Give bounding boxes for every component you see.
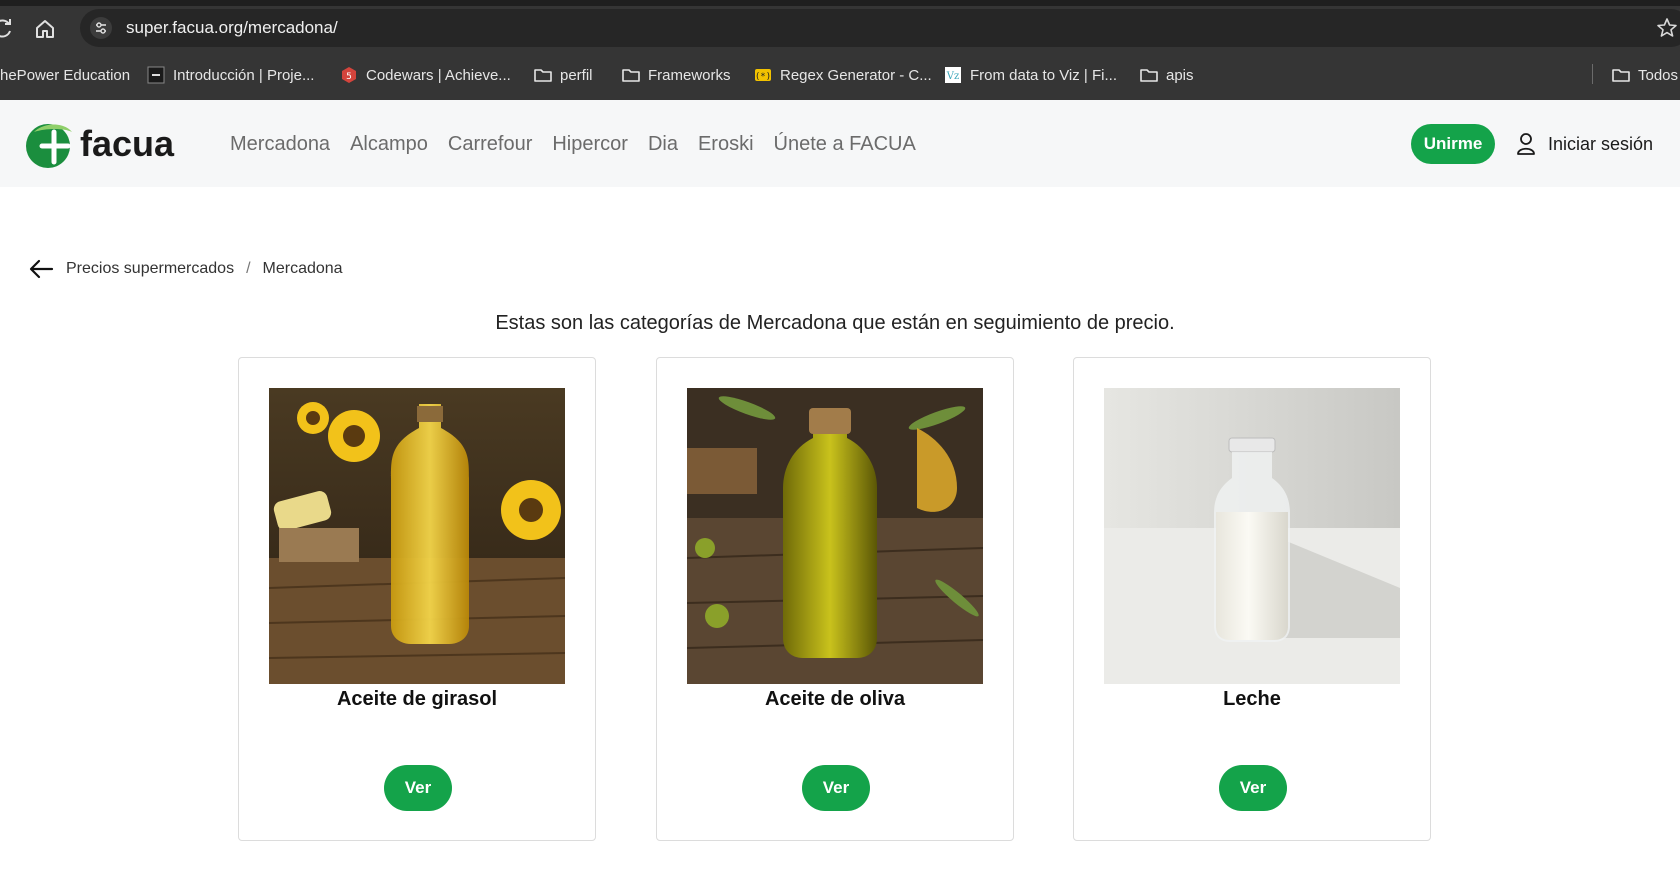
folder-icon: [622, 66, 640, 84]
category-title: Aceite de oliva: [764, 688, 906, 710]
breadcrumb-separator: /: [246, 260, 251, 277]
nav-link-carrefour[interactable]: Carrefour: [448, 133, 532, 156]
site-info-icon[interactable]: [90, 17, 112, 39]
bookmark-item[interactable]: Introducción | Proje...: [147, 65, 314, 85]
bookmark-label: Introducción | Proje...: [173, 66, 315, 84]
breadcrumb-parent-link[interactable]: Precios supermercados: [66, 260, 234, 278]
category-title: Aceite de girasol: [336, 688, 498, 710]
ver-button[interactable]: Ver: [1219, 765, 1287, 811]
regex-icon: (*): [754, 66, 772, 84]
bookmark-item[interactable]: Vz From data to Viz | Fi...: [944, 65, 1117, 85]
bookmark-label: apis: [1166, 66, 1194, 84]
olive-oil-image: [687, 388, 983, 684]
category-card-aceite-oliva: Aceite de oliva Ver: [656, 357, 1014, 841]
bookmark-item[interactable]: apis: [1140, 65, 1194, 85]
svg-text:Vz: Vz: [946, 71, 960, 82]
facua-logo-icon: [26, 124, 72, 168]
bookmark-item[interactable]: perfil: [534, 65, 593, 85]
reload-icon[interactable]: [0, 18, 14, 40]
nav-link-alcampo[interactable]: Alcampo: [350, 133, 428, 156]
url-text: super.facua.org/mercadona/: [126, 18, 338, 37]
facua-logo[interactable]: facua: [24, 116, 174, 172]
nav-link-dia[interactable]: Dia: [648, 133, 678, 156]
bookmark-item[interactable]: (*) Regex Generator - C...: [754, 65, 932, 85]
ver-button[interactable]: Ver: [384, 765, 452, 811]
nav-link-join-facua[interactable]: Únete a FACUA: [774, 133, 916, 156]
bookmark-label: Regex Generator - C...: [780, 66, 932, 84]
breadcrumb-current: Mercadona: [262, 260, 343, 277]
bookmark-label: Todos: [1638, 66, 1679, 84]
user-icon: [1517, 133, 1535, 155]
browser-address-bar: super.facua.org/mercadona/: [0, 6, 1680, 50]
login-link[interactable]: Iniciar sesión: [1516, 132, 1653, 156]
category-card-leche: Leche Ver: [1073, 357, 1431, 841]
main-nav: Mercadona Alcampo Carrefour Hipercor Dia…: [230, 133, 916, 156]
svg-text:5: 5: [346, 72, 352, 82]
folder-icon: [1140, 66, 1158, 84]
join-button[interactable]: Unirme: [1411, 124, 1495, 164]
login-label: Iniciar sesión: [1548, 133, 1654, 154]
intro-text: Estas son las categorías de Mercadona qu…: [495, 312, 1175, 334]
url-bar[interactable]: super.facua.org/mercadona/: [80, 9, 1680, 47]
home-icon[interactable]: [34, 18, 56, 40]
bookmark-star-icon[interactable]: [1656, 17, 1678, 39]
codewars-icon: 5: [340, 66, 358, 84]
nav-link-mercadona[interactable]: Mercadona: [230, 133, 330, 156]
bookmarks-bar: hePower Education Introducción | Proje..…: [0, 50, 1680, 100]
bookmark-item[interactable]: Frameworks: [622, 65, 731, 85]
bookmark-label: perfil: [560, 66, 593, 84]
svg-text:(*): (*): [755, 72, 771, 82]
folder-icon: [1612, 66, 1630, 84]
milk-image: [1104, 388, 1400, 684]
ver-button[interactable]: Ver: [802, 765, 870, 811]
back-arrow-icon[interactable]: [28, 259, 54, 279]
folder-icon: [534, 66, 552, 84]
nav-link-hipercor[interactable]: Hipercor: [552, 133, 628, 156]
bookmark-item[interactable]: 5 Codewars | Achieve...: [340, 65, 511, 85]
nav-link-eroski[interactable]: Eroski: [698, 133, 754, 156]
viz-icon: Vz: [944, 66, 962, 84]
bookmark-item[interactable]: Todos: [1612, 65, 1678, 85]
bookmark-label: Frameworks: [648, 66, 731, 84]
sunflower-oil-image: [269, 388, 565, 684]
page-icon: [147, 66, 165, 84]
bookmark-label: From data to Viz | Fi...: [970, 66, 1117, 84]
bookmark-item[interactable]: hePower Education: [0, 65, 130, 85]
bookmark-label: Codewars | Achieve...: [366, 66, 511, 84]
site-header: facua Mercadona Alcampo Carrefour Hiperc…: [0, 100, 1680, 187]
breadcrumb: Precios supermercados / Mercadona: [28, 259, 343, 279]
category-title: Leche: [1223, 688, 1281, 710]
logo-text: facua: [80, 123, 175, 164]
category-card-aceite-girasol: Aceite de girasol Ver: [238, 357, 596, 841]
bookmark-label: hePower Education: [0, 66, 131, 84]
bookmarks-divider: [1592, 64, 1593, 84]
